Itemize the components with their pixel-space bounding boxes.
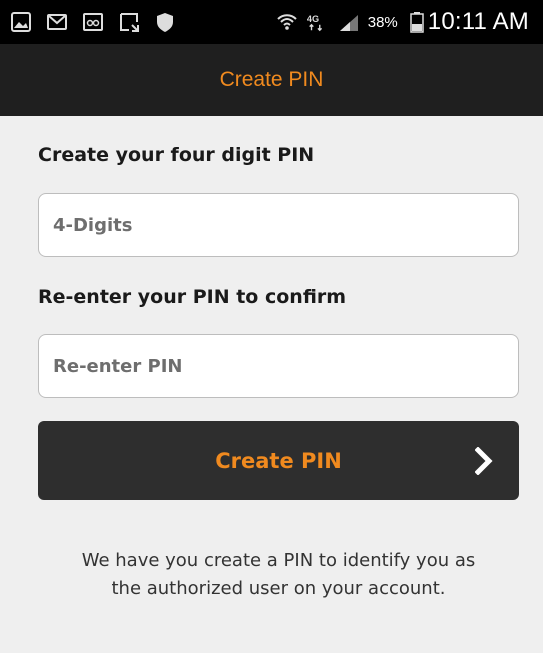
battery-icon: [406, 11, 424, 33]
pin-explanation-line-2: the authorized user on your account.: [111, 578, 446, 599]
pin-explanation-line-1: We have you create a PIN to identify you…: [81, 550, 476, 571]
create-pin-button-label: Create PIN: [215, 448, 342, 473]
clock: 10:11 AM: [427, 8, 529, 35]
app-header: Create PIN: [0, 44, 543, 116]
signal-icon: [338, 11, 360, 33]
confirm-pin-field[interactable]: [38, 334, 519, 398]
battery-percent: 38%: [367, 13, 398, 31]
chevron-right-icon: [475, 447, 493, 475]
create-pin-button[interactable]: Create PIN: [38, 421, 519, 500]
pin-input[interactable]: [53, 194, 518, 256]
system-status: 4G 38% 10:11 AM: [276, 6, 529, 38]
notification-icons: [10, 9, 176, 35]
page-title: Create PIN: [219, 68, 324, 91]
confirm-pin-label: Re-enter your PIN to confirm: [38, 286, 347, 308]
confirm-pin-input[interactable]: [53, 335, 518, 397]
pin-explanation: We have you create a PIN to identify you…: [38, 547, 519, 603]
shield-icon: [154, 11, 176, 33]
voicemail-icon: [82, 11, 104, 33]
status-bar: 4G 38% 10:11 AM: [0, 0, 543, 44]
svg-text:4G: 4G: [307, 14, 319, 24]
pin-label: Create your four digit PIN: [38, 144, 315, 166]
network-4g-icon: 4G: [306, 11, 330, 33]
image-icon: [10, 11, 32, 33]
wifi-icon: [276, 11, 298, 33]
mail-icon: [46, 11, 68, 33]
screenshot-icon: [118, 11, 140, 33]
pin-field[interactable]: [38, 193, 519, 257]
